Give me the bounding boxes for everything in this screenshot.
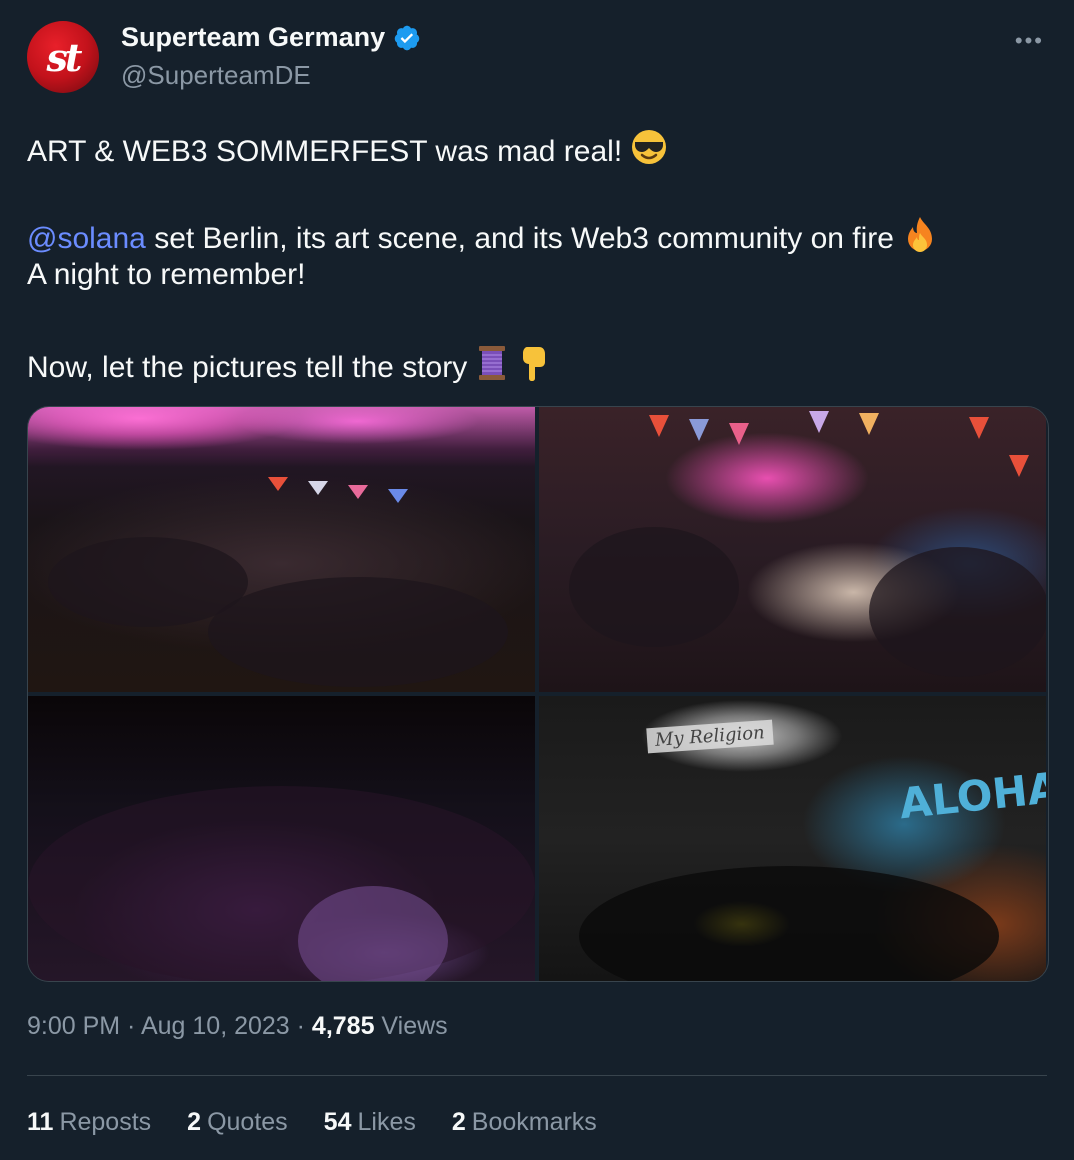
bunting-flag <box>388 489 408 503</box>
graffiti-text: ALOHA <box>896 762 1046 829</box>
tweet-line-4: Now, let the pictures tell the story <box>27 344 547 390</box>
divider <box>27 1075 1047 1076</box>
photo-3[interactable] <box>28 696 535 981</box>
crowd-shape <box>208 577 508 687</box>
meta-separator: · <box>289 1012 312 1040</box>
tweet-date[interactable]: Aug 10, 2023 <box>141 1012 290 1040</box>
tweet-text-line-1: ART & WEB3 SOMMERFEST was mad real! <box>27 135 623 168</box>
photo-2[interactable] <box>539 407 1046 692</box>
crowd-shape <box>579 866 999 981</box>
reposts-label: Reposts <box>59 1108 152 1136</box>
bunting-flag <box>729 423 749 445</box>
tweet-line-3: A night to remember! <box>27 258 306 291</box>
bookmarks-label: Bookmarks <box>471 1108 597 1136</box>
tweet-text-line-2: set Berlin, its art scene, and its Web3 … <box>145 222 894 255</box>
tweet-meta: 9:00 PM · Aug 10, 2023 · 4,785 Views <box>27 1012 448 1041</box>
likes-stat[interactable]: 54 Likes <box>324 1108 416 1137</box>
engagement-stats: 11 Reposts 2 Quotes 54 Likes 2 Bookmarks <box>27 1108 633 1137</box>
crowd-shape <box>569 527 739 647</box>
tweet-line-2: @solana set Berlin, its art scene, and i… <box>27 215 938 261</box>
reposts-stat[interactable]: 11 Reposts <box>27 1108 151 1137</box>
fire-emoji-icon <box>902 215 938 261</box>
reposts-count: 11 <box>27 1108 54 1136</box>
bookmarks-count: 2 <box>451 1108 466 1136</box>
verified-badge-icon <box>394 25 420 50</box>
bunting-flag <box>809 411 829 433</box>
photo-4[interactable]: My Religion ALOHA <box>539 696 1046 981</box>
pointing-down-emoji-icon <box>517 344 547 390</box>
views-count: 4,785 <box>311 1012 375 1040</box>
likes-count: 54 <box>323 1108 352 1136</box>
tweet-time[interactable]: 9:00 PM <box>27 1012 120 1040</box>
photo-grid: My Religion ALOHA <box>27 406 1049 982</box>
meta-separator: · <box>120 1012 141 1040</box>
crowd-shape <box>869 547 1046 677</box>
bunting-flag <box>649 415 669 437</box>
quotes-count: 2 <box>187 1108 202 1136</box>
bunting-flag <box>969 417 989 439</box>
sunglasses-emoji-icon <box>630 128 668 174</box>
tent-canopy <box>28 407 535 467</box>
bookmarks-stat[interactable]: 2 Bookmarks <box>452 1108 597 1137</box>
more-options-icon[interactable]: ••• <box>1015 28 1044 54</box>
tweet-line-1: ART & WEB3 SOMMERFEST was mad real! <box>27 128 668 174</box>
display-name[interactable]: Superteam Germany <box>121 22 385 53</box>
thread-emoji-icon <box>475 344 509 390</box>
photo-1[interactable] <box>28 407 535 692</box>
crowd-shape <box>28 786 535 981</box>
bunting-flag <box>859 413 879 435</box>
mention-link[interactable]: @solana <box>27 222 146 255</box>
quotes-stat[interactable]: 2 Quotes <box>187 1108 288 1137</box>
likes-label: Likes <box>357 1108 416 1136</box>
bunting-flag <box>308 481 328 495</box>
tweet-text-line-4: Now, let the pictures tell the story <box>27 351 468 384</box>
bunting-flag <box>268 477 288 491</box>
bunting-flag <box>689 419 709 441</box>
avatar[interactable]: st <box>27 21 99 93</box>
views-label: Views <box>374 1012 448 1040</box>
bunting-flag <box>1009 455 1029 477</box>
quotes-label: Quotes <box>207 1108 288 1136</box>
author-handle[interactable]: @SuperteamDE <box>121 60 311 91</box>
author-name-row: Superteam Germany <box>121 22 421 53</box>
avatar-logo: st <box>46 34 83 80</box>
photo-sign-text: My Religion <box>646 719 774 754</box>
bunting-flag <box>348 485 368 499</box>
